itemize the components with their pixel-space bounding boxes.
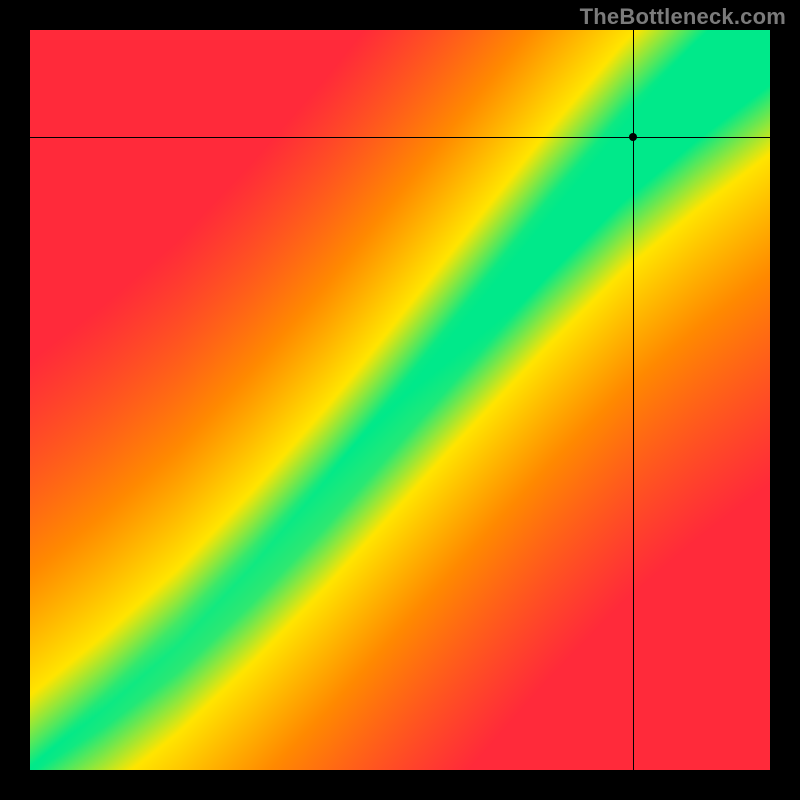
chart-frame: TheBottleneck.com — [0, 0, 800, 800]
watermark-text: TheBottleneck.com — [580, 4, 786, 30]
crosshair-vertical — [633, 30, 634, 770]
crosshair-horizontal — [30, 137, 770, 138]
heatmap-plot — [30, 30, 770, 770]
selected-point — [629, 133, 637, 141]
heatmap-canvas — [30, 30, 770, 770]
